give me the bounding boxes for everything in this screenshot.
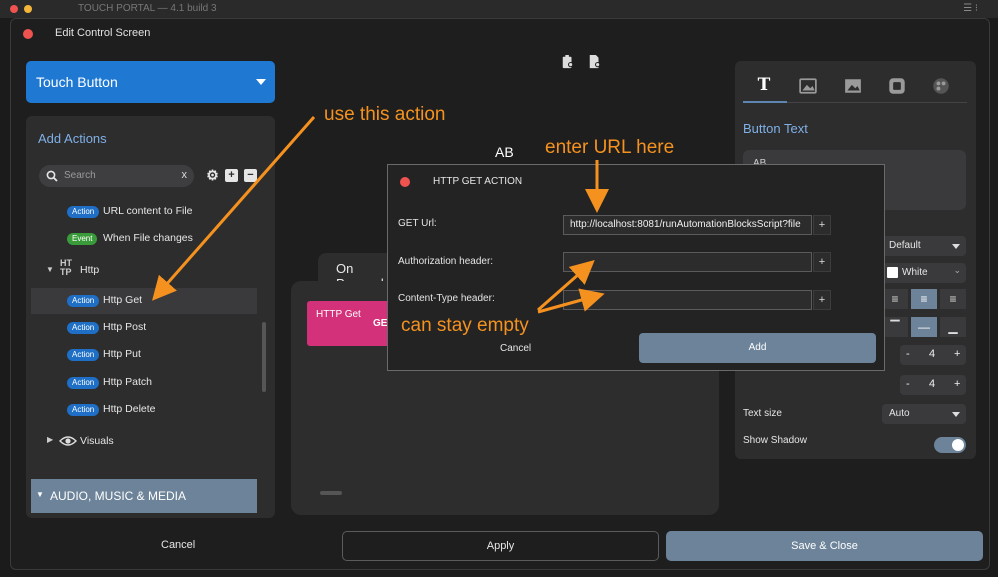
arrow-to-auth-field [537,260,595,312]
arrow-to-http-get [152,116,316,301]
annotation-can-stay-empty: can stay empty [401,315,529,336]
annotation-arrows [152,116,609,314]
annotation-use-this-action: use this action [324,104,446,125]
screen: TOUCH PORTAL — 4.1 build 3 ☰ ⁝ Edit Cont… [0,0,998,577]
annotation-enter-url-here: enter URL here [545,137,675,158]
